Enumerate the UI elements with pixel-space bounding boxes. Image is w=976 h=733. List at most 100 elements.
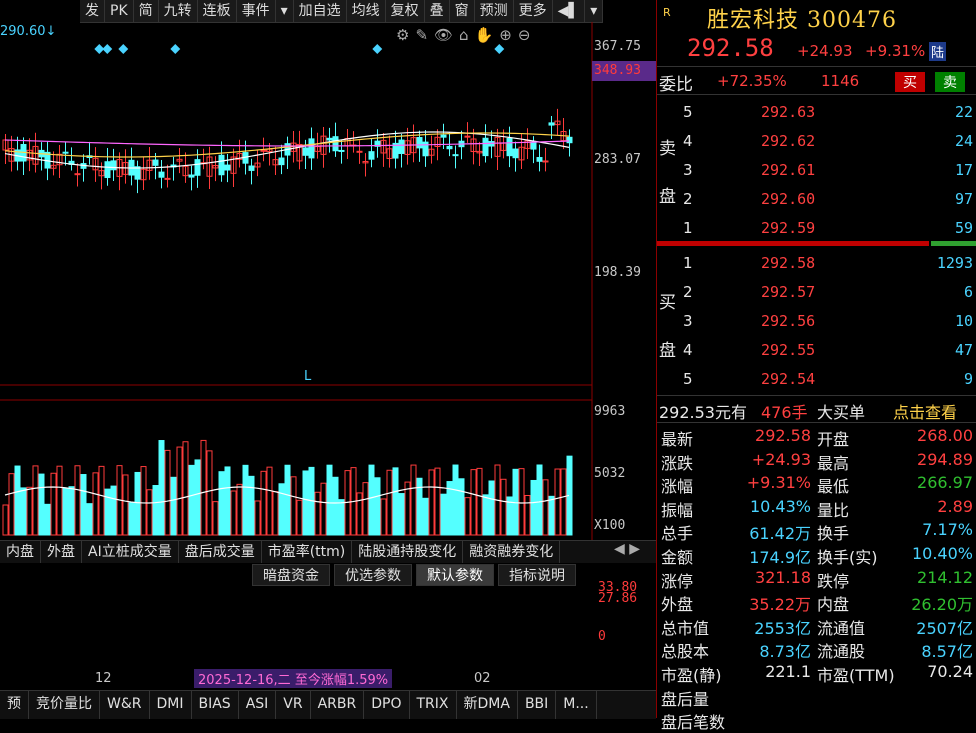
sell-button[interactable]: 卖 — [935, 72, 965, 92]
indicator-tab-12[interactable]: M... — [556, 691, 597, 719]
indicator-tabs: 预竞价量比 W&R DMI BIAS ASI VR ARBR DPO TRIX 新DMA BBI M.… — [0, 690, 656, 719]
param-tab-0[interactable]: 暗盘资金 — [252, 564, 330, 586]
tab-2[interactable]: AI立桩成交量 — [82, 541, 179, 563]
stat-key: 开盘 — [817, 430, 850, 449]
param-tab-2[interactable]: 默认参数 — [416, 564, 494, 586]
buy-button[interactable]: 买 — [895, 72, 925, 92]
volume-bar — [542, 479, 549, 536]
toolbar-btn-0[interactable]: 发 — [80, 0, 105, 22]
volume-bar — [380, 498, 387, 536]
indicator-tab-0[interactable]: 预 — [0, 691, 29, 719]
stat-value: 266.97 — [917, 473, 973, 493]
volume: 47 — [954, 341, 973, 359]
stat-value: +9.31% — [746, 473, 811, 493]
param-tab-3[interactable]: 指标说明 — [498, 564, 576, 586]
bids-row-1[interactable]: 1 292.58 1293 — [657, 251, 976, 275]
volume-bar — [164, 449, 171, 536]
volume-bar — [338, 499, 345, 536]
toolbar-btn-13[interactable]: 更多 — [514, 0, 553, 22]
event-diamond — [372, 44, 383, 54]
candlestick-chart[interactable] — [0, 22, 656, 542]
indicator-tab-3[interactable]: DMI — [150, 691, 192, 719]
stat-key: 最低 — [817, 477, 850, 497]
asks-row-2[interactable]: 2 292.60 97 — [657, 187, 976, 211]
stat-key: 换手(实) — [817, 548, 878, 567]
volume-bar — [404, 481, 411, 536]
stat-row: 涨幅 +9.31% 最低 266.97 — [657, 471, 976, 497]
indicator-tab-1[interactable]: 竞价量比 — [29, 691, 100, 719]
tab-1[interactable]: 外盘 — [41, 541, 82, 563]
stat-row: 外盘 35.22万 内盘 26.20万 — [657, 589, 976, 615]
candle-body — [566, 136, 573, 144]
stat-key: 量比 — [817, 500, 850, 520]
candle-body — [74, 173, 81, 176]
bids-row-5[interactable]: 5 292.54 9 — [657, 367, 976, 391]
bids-row-4[interactable]: 4 292.55 47 — [657, 338, 976, 362]
stat-row: 振幅 10.43% 量比 2.89 — [657, 495, 976, 520]
toolbar-btn-1[interactable]: PK — [105, 0, 134, 22]
toolbar-btn-2[interactable]: 简 — [134, 0, 159, 22]
indicator-tab-4[interactable]: BIAS — [192, 691, 239, 719]
tab-3[interactable]: 盘后成交量 — [179, 541, 262, 563]
toolbar-btn-4[interactable]: 连板 — [198, 0, 237, 22]
volume-bar — [524, 494, 531, 536]
toolbar-btn-8[interactable]: 均线 — [347, 0, 386, 22]
toolbar-btn-7[interactable]: 加自选 — [294, 0, 347, 22]
volume-bar — [386, 469, 393, 536]
toolbar-btn-6[interactable]: ▾ — [276, 0, 294, 22]
asks-row-4[interactable]: 4 292.62 24 — [657, 129, 976, 153]
indicator-tab-8[interactable]: DPO — [364, 691, 410, 719]
candle-body — [104, 161, 111, 179]
tab-6[interactable]: 融资融券变化 — [463, 541, 561, 563]
param-tab-1[interactable]: 优选参数 — [334, 564, 412, 586]
toolbar-btn-11[interactable]: 窗 — [450, 0, 475, 22]
tab-5[interactable]: 陆股通持股变化 — [352, 541, 464, 563]
volume-bar — [554, 468, 561, 536]
indicator-tab-5[interactable]: ASI — [239, 691, 277, 719]
tab-0[interactable]: 内盘 — [0, 541, 41, 563]
tab-4[interactable]: 市盈率(ttm) — [262, 541, 353, 563]
last-price: 292.58 — [687, 34, 774, 62]
indicator-tab-10[interactable]: 新DMA — [457, 691, 518, 719]
stat-value: 8.57亿 — [921, 642, 973, 662]
volume-bar — [536, 464, 543, 536]
volume-bar — [320, 482, 327, 536]
toolbar-btn-12[interactable]: 预测 — [475, 0, 514, 22]
stat-key: 盘后量 — [661, 689, 710, 709]
volume-bar — [92, 472, 99, 536]
indicator-tab-9[interactable]: TRIX — [410, 691, 457, 719]
volume-bar — [134, 471, 141, 536]
volume-bar — [224, 466, 231, 536]
indicator-tab-7[interactable]: ARBR — [311, 691, 365, 719]
toolbar-btn-14[interactable]: ◀▌ — [553, 0, 586, 22]
asks-row-3[interactable]: 3 292.61 17 — [657, 158, 976, 182]
toolbar-btn-5[interactable]: 事件 — [237, 0, 276, 22]
volume-bar — [248, 475, 255, 536]
toolbar-btn-15[interactable]: ▾ — [585, 0, 604, 22]
asks-row-5[interactable]: 5 292.63 22 — [657, 100, 976, 124]
toolbar-btn-9[interactable]: 复权 — [386, 0, 425, 22]
stat-value: 7.17% — [922, 520, 973, 540]
event-diamond — [494, 44, 505, 54]
bids-row-2[interactable]: 2 292.57 6 — [657, 280, 976, 304]
tab-scroll-arrows[interactable]: ◀ ▶ — [614, 541, 640, 557]
bids-row-3[interactable]: 3 292.56 10 — [657, 309, 976, 333]
chart-area[interactable]: 发 PK 简九转 连板 事件 ▾ 加自选 均线 复权叠窗预测 更多 ◀▌ ▾ 290.60↓ ⚙✎👁⌂… — [0, 0, 656, 719]
indicator-tab-11[interactable]: BBI — [518, 691, 557, 719]
stat-value: 26.20万 — [911, 595, 973, 615]
stat-key: 涨跌 — [661, 453, 694, 473]
stat-key: 总市值 — [661, 618, 710, 638]
volume-bar — [200, 439, 207, 536]
bigorder-link[interactable]: 点击查看 — [893, 399, 957, 423]
volume-bar — [266, 466, 273, 536]
asks-row-1[interactable]: 1 292.59 59 — [657, 216, 976, 240]
toolbar-btn-3[interactable]: 九转 — [159, 0, 198, 22]
stat-key: 外盘 — [661, 595, 694, 615]
indicator-tab-6[interactable]: VR — [276, 691, 311, 719]
tick-vol-9963: 9963 — [594, 404, 626, 419]
price: 292.56 — [761, 312, 816, 330]
event-diamond — [170, 44, 181, 54]
stat-row: 金额 174.9亿 换手(实) 10.40% — [657, 542, 976, 567]
toolbar-btn-10[interactable]: 叠 — [425, 0, 450, 22]
indicator-tab-2[interactable]: W&R — [100, 691, 150, 719]
